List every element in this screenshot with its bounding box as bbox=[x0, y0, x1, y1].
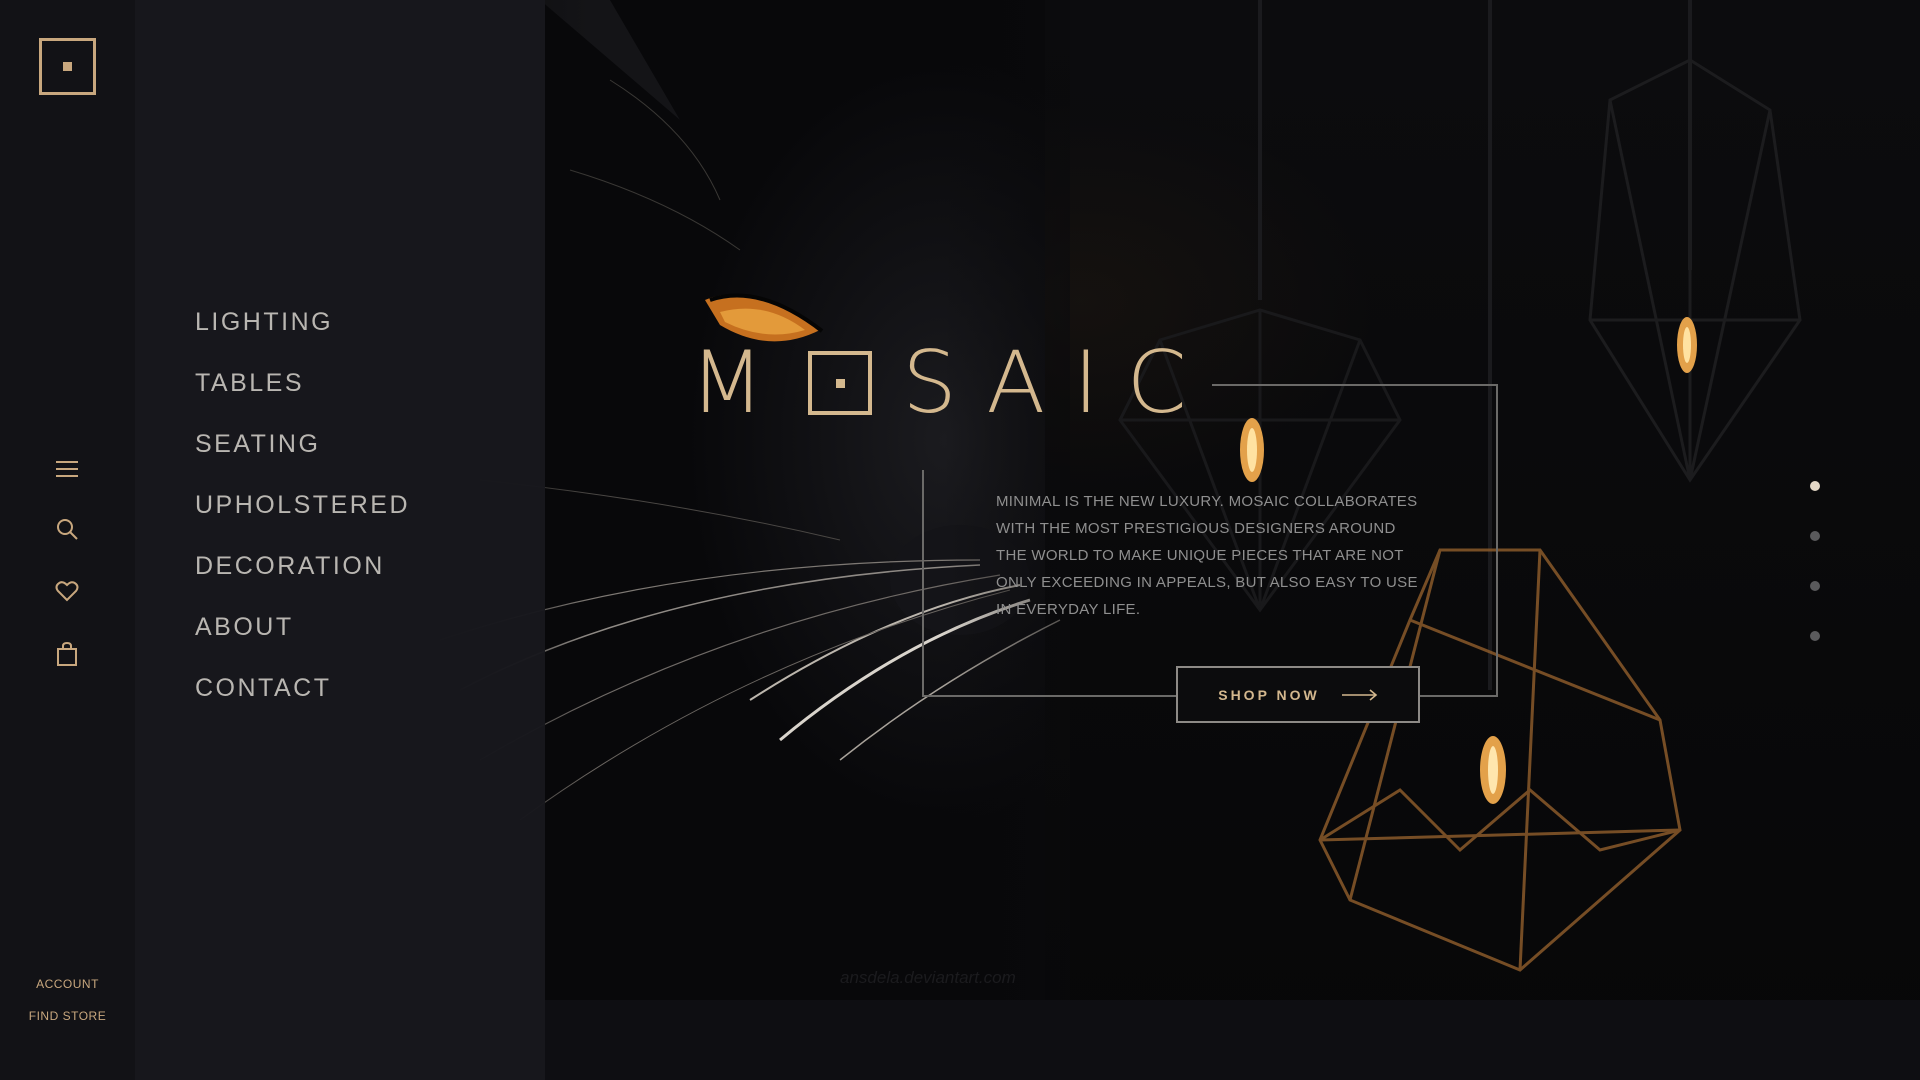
slider-dot-4[interactable] bbox=[1810, 631, 1820, 641]
brand-wordmark: M SAIC bbox=[690, 333, 1215, 433]
search-icon[interactable] bbox=[50, 512, 84, 546]
hero-tagline: Minimal is the new luxury. Mosaic collab… bbox=[996, 493, 1418, 618]
slider-dot-3[interactable] bbox=[1810, 581, 1820, 591]
brand-letter-m: M bbox=[690, 333, 793, 433]
menu-item-seating[interactable]: SEATING bbox=[195, 422, 410, 483]
logo-icon[interactable] bbox=[39, 38, 96, 95]
arrow-right-icon bbox=[1341, 688, 1378, 701]
find-store-link[interactable]: FIND STORE bbox=[0, 1009, 135, 1023]
menu-icon[interactable] bbox=[50, 452, 84, 486]
shop-now-button[interactable]: SHOP NOW bbox=[1176, 666, 1420, 723]
category-menu: LIGHTING TABLES SEATING UPHOLSTERED DECO… bbox=[195, 300, 410, 727]
menu-item-lighting[interactable]: LIGHTING bbox=[195, 300, 410, 361]
icon-sidebar: ACCOUNT FIND STORE bbox=[0, 0, 135, 1080]
shopping-bag-icon[interactable] bbox=[50, 637, 84, 671]
menu-item-about[interactable]: ABOUT bbox=[195, 605, 410, 666]
slider-dot-1[interactable] bbox=[1810, 481, 1820, 491]
brand-square-o-icon bbox=[808, 351, 873, 415]
shop-now-label: SHOP NOW bbox=[1218, 686, 1320, 703]
heart-icon[interactable] bbox=[50, 574, 84, 608]
account-link[interactable]: ACCOUNT bbox=[0, 977, 135, 991]
footer-band bbox=[545, 1000, 1920, 1080]
category-menu-panel: LIGHTING TABLES SEATING UPHOLSTERED DECO… bbox=[135, 0, 545, 1080]
watermark-text: ansdela.deviantart.com bbox=[840, 968, 1016, 987]
menu-item-contact[interactable]: CONTACT bbox=[195, 666, 410, 727]
menu-item-upholstered[interactable]: UPHOLSTERED bbox=[195, 483, 410, 544]
menu-item-decoration[interactable]: DECORATION bbox=[195, 544, 410, 605]
menu-item-tables[interactable]: TABLES bbox=[195, 361, 410, 422]
brand-letters-rest: SAIC bbox=[902, 333, 1215, 433]
slider-dot-2[interactable] bbox=[1810, 531, 1820, 541]
